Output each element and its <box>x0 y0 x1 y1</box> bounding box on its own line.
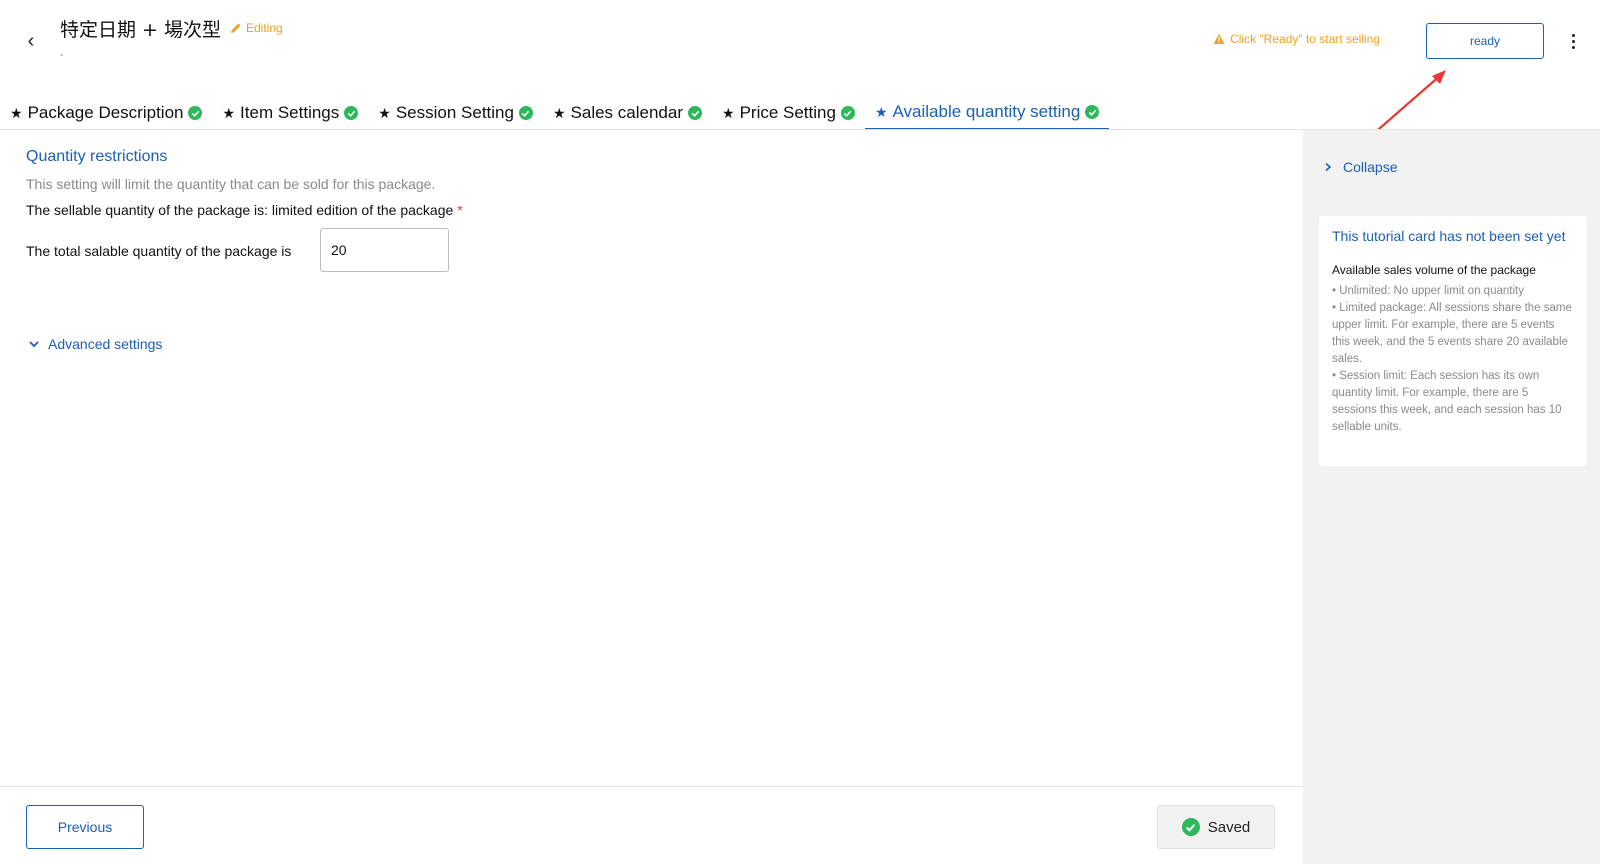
total-quantity-label: The total salable quantity of the packag… <box>26 243 292 259</box>
tab-label: Available quantity setting <box>892 102 1081 121</box>
tutorial-card-title: This tutorial card has not been set yet <box>1332 228 1566 244</box>
total-quantity-input[interactable] <box>320 228 449 272</box>
tab-item-settings[interactable]: ★ Item Settings <box>212 86 368 130</box>
list-item: • Unlimited: No upper limit on quantity <box>1332 285 1524 297</box>
step-tabs: ★ Package Description ★ Item Settings ★ … <box>0 86 1110 130</box>
warning-icon <box>1213 34 1225 44</box>
more-vertical-dot <box>1571 45 1575 49</box>
check-circle-icon <box>840 106 855 120</box>
tab-label: Sales calendar <box>570 103 683 122</box>
advanced-settings-label: Advanced settings <box>48 336 163 352</box>
advanced-settings-toggle[interactable]: Advanced settings <box>28 336 162 352</box>
star-icon: ★ <box>722 104 735 121</box>
star-icon: ★ <box>552 104 566 121</box>
tab-label: Package Description <box>27 103 184 122</box>
back-button[interactable]: ‹ <box>20 30 42 52</box>
tutorial-card-subtitle: Available sales volume of the package <box>1332 263 1536 277</box>
list-item: • Session limit: Each session has its ow… <box>1332 370 1562 433</box>
pencil-icon <box>231 23 241 33</box>
page-subtitle: - <box>60 50 64 61</box>
check-circle-icon <box>518 106 533 120</box>
ready-warning: Click "Ready" to start selling <box>1213 32 1380 46</box>
tab-sales-calendar[interactable]: ★ Sales calendar <box>543 86 712 130</box>
page-footer: Previous Saved <box>0 786 1303 864</box>
star-icon: ★ <box>378 104 391 121</box>
tab-session-setting[interactable]: ★ Session Setting <box>368 86 543 130</box>
chevron-down-icon <box>29 341 39 348</box>
star-icon: ★ <box>222 104 236 121</box>
tutorial-card: This tutorial card has not been set yet … <box>1319 216 1587 466</box>
star-icon: ★ <box>10 104 23 121</box>
check-circle-icon <box>344 106 359 120</box>
more-vertical-dot <box>1571 39 1575 43</box>
main-content: Quantity restrictions This setting will … <box>0 130 1303 786</box>
collapse-label: Collapse <box>1343 159 1398 175</box>
list-item: • Limited package: All sessions share th… <box>1332 302 1572 365</box>
saved-label: Saved <box>1207 818 1251 836</box>
check-circle-icon <box>688 106 702 120</box>
sellable-quantity-line: The sellable quantity of the package is:… <box>26 202 463 218</box>
star-icon: ★ <box>874 103 888 120</box>
more-options-button[interactable] <box>1565 30 1581 52</box>
tab-label: Price Setting <box>739 103 836 122</box>
section-description: This setting will limit the quantity tha… <box>26 176 436 192</box>
ready-button[interactable]: ready <box>1426 23 1544 59</box>
section-title: Quantity restrictions <box>26 148 168 165</box>
warning-text: Click "Ready" to start selling <box>1230 32 1380 46</box>
tutorial-card-list: • Unlimited: No upper limit on quantity … <box>1332 283 1574 436</box>
more-vertical-icon <box>1571 33 1575 37</box>
sellable-quantity-text: The sellable quantity of the package is:… <box>26 202 454 218</box>
required-mark: * <box>457 202 463 218</box>
editing-status: Editing <box>230 21 283 35</box>
editing-label: Editing <box>246 21 283 35</box>
page-title: 特定日期 + 場次型 <box>60 19 221 41</box>
chevron-right-icon <box>1325 162 1332 172</box>
tab-label: Session Setting <box>395 103 514 122</box>
tab-price-setting[interactable]: ★ Price Setting <box>712 86 865 130</box>
tab-package-description[interactable]: ★ Package Description <box>0 86 212 130</box>
tab-available-quantity-setting[interactable]: ★ Available quantity setting <box>864 86 1110 130</box>
tab-label: Item Settings <box>240 103 340 122</box>
check-circle-icon <box>188 106 203 120</box>
check-circle-icon <box>1085 105 1100 119</box>
previous-button[interactable]: Previous <box>26 805 144 849</box>
collapse-toggle[interactable]: Collapse <box>1323 159 1397 175</box>
chevron-left-icon: ‹ <box>27 30 35 52</box>
saved-button[interactable]: Saved <box>1157 805 1275 849</box>
tutorial-panel: Collapse This tutorial card has not been… <box>1303 130 1600 864</box>
check-circle-icon <box>1181 818 1200 836</box>
